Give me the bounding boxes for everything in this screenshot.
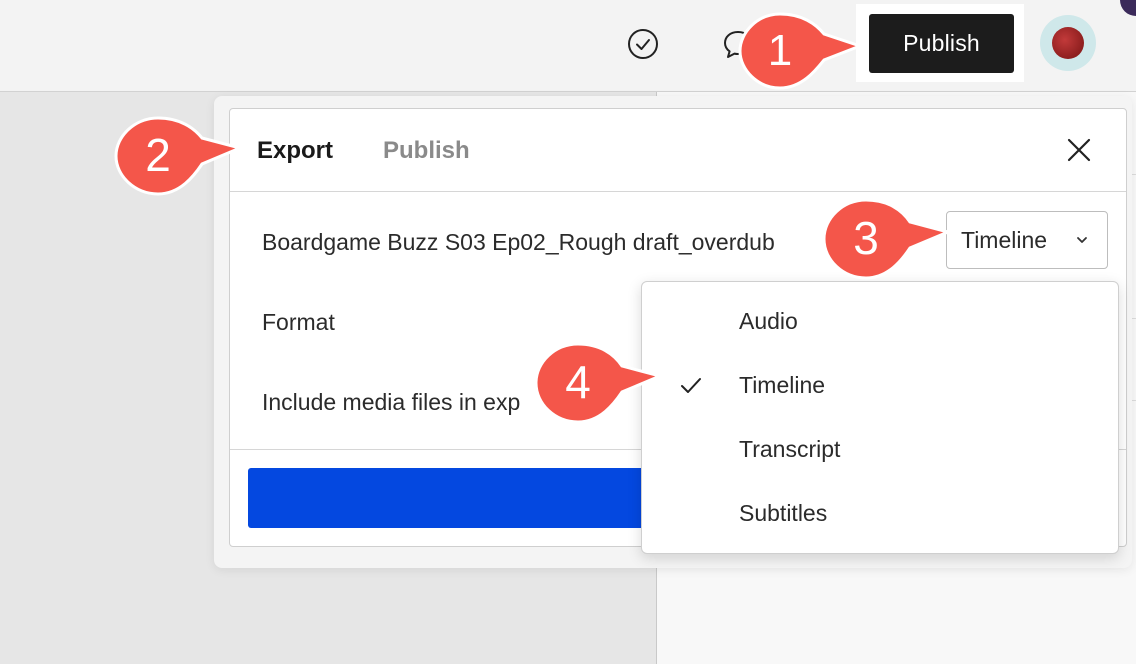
callout-number: 2 <box>145 129 171 181</box>
dropdown-option-subtitles[interactable]: Subtitles <box>642 484 1118 544</box>
publish-button[interactable]: Publish <box>869 14 1014 73</box>
option-label: Timeline <box>739 372 826 398</box>
avatar[interactable] <box>1040 15 1096 71</box>
avatar-image <box>1052 27 1084 59</box>
format-label: Format <box>262 309 335 335</box>
dropdown-option-transcript[interactable]: Transcript <box>642 420 1118 480</box>
export-type-value: Timeline <box>961 226 1048 253</box>
dialog-tabs: Export Publish <box>230 109 1126 192</box>
close-icon[interactable] <box>1062 133 1096 167</box>
callout-number: 1 <box>768 26 792 75</box>
publish-highlight: Publish <box>856 4 1024 82</box>
option-label: Audio <box>739 308 798 334</box>
file-name-label: Boardgame Buzz S03 Ep02_Rough draft_over… <box>262 229 775 255</box>
callout-number: 3 <box>853 212 879 264</box>
dropdown-option-audio[interactable]: Audio <box>642 292 1118 352</box>
include-media-label: Include media files in exp <box>262 389 521 415</box>
window-corner <box>1120 0 1136 16</box>
option-label: Subtitles <box>739 500 828 526</box>
callout-number: 4 <box>565 356 591 408</box>
tab-publish[interactable]: Publish <box>383 137 470 165</box>
callout-marker-2: 2 <box>114 116 245 196</box>
callout-marker-1: 1 <box>738 12 865 90</box>
export-type-select[interactable]: Timeline <box>946 211 1108 269</box>
check-circle-icon[interactable] <box>626 27 660 61</box>
dropdown-option-timeline[interactable]: Timeline <box>642 356 1118 416</box>
option-label: Transcript <box>739 436 841 462</box>
export-type-dropdown: Audio Timeline Transcript Subtitles <box>641 281 1119 554</box>
chevron-down-icon <box>1077 237 1087 243</box>
checkmark-icon <box>681 378 701 393</box>
callout-marker-4: 4 <box>534 342 665 424</box>
top-toolbar: Publish <box>0 0 1136 92</box>
callout-marker-3: 3 <box>822 198 953 280</box>
tab-export[interactable]: Export <box>257 137 333 165</box>
